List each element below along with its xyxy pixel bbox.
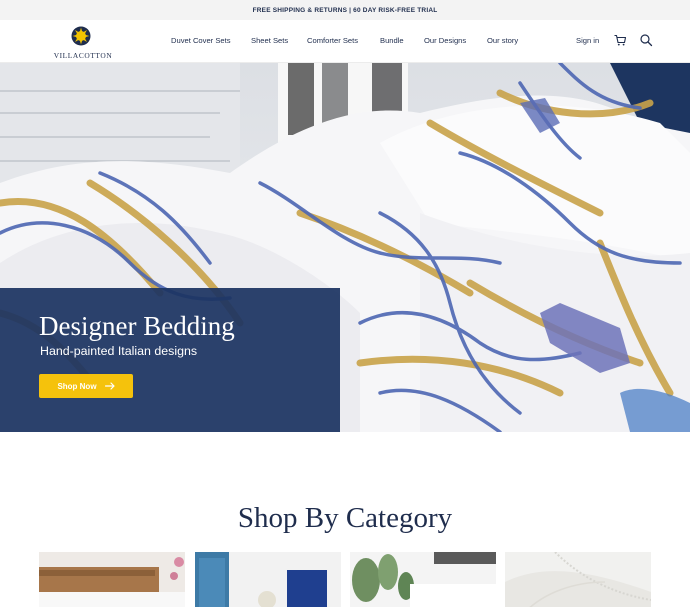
category-image bbox=[39, 552, 185, 607]
hero-subtitle: Hand-painted Italian designs bbox=[40, 344, 198, 358]
hero-banner: Designer Bedding Hand-painted Italian de… bbox=[0, 63, 690, 432]
nav-our-story[interactable]: Our story bbox=[487, 36, 518, 45]
search-icon[interactable] bbox=[639, 33, 653, 47]
nav-duvet-cover-sets[interactable]: Duvet Cover Sets bbox=[171, 36, 231, 45]
category-image bbox=[350, 552, 496, 607]
nav-sheet-sets[interactable]: Sheet Sets bbox=[251, 36, 288, 45]
arrow-right-icon bbox=[104, 382, 115, 390]
hero-text-panel: Designer Bedding Hand-painted Italian de… bbox=[0, 288, 340, 432]
announcement-text: FREE SHIPPING & RETURNS | 60 DAY RISK-FR… bbox=[252, 6, 438, 14]
category-card-white-sheets[interactable] bbox=[505, 552, 651, 607]
hero-title: Designer Bedding bbox=[39, 311, 235, 341]
sun-logo-icon bbox=[71, 26, 91, 46]
category-card-blue-room[interactable] bbox=[195, 552, 341, 607]
nav-comforter-sets[interactable]: Comforter Sets bbox=[307, 36, 358, 45]
nav-our-designs[interactable]: Our Designs bbox=[424, 36, 466, 45]
category-card-plant-pillows[interactable] bbox=[350, 552, 496, 607]
brand-name: VILLACOTTON bbox=[53, 51, 113, 60]
brand-logo[interactable]: VILLACOTTON bbox=[48, 25, 118, 60]
nav-bundle[interactable]: Bundle bbox=[380, 36, 404, 45]
site-header: VILLACOTTON Duvet Cover Sets Sheet Sets … bbox=[0, 20, 690, 63]
category-image bbox=[505, 552, 651, 607]
category-card-bedroom[interactable] bbox=[39, 552, 185, 607]
shop-now-label: Shop Now bbox=[57, 381, 97, 391]
category-image bbox=[195, 552, 341, 607]
shop-now-button[interactable]: Shop Now bbox=[39, 374, 133, 398]
sign-in-link[interactable]: Sign in bbox=[576, 36, 599, 45]
section-title: Shop By Category bbox=[237, 502, 453, 534]
announcement-bar: FREE SHIPPING & RETURNS | 60 DAY RISK-FR… bbox=[0, 0, 690, 20]
cart-icon[interactable] bbox=[613, 33, 627, 47]
